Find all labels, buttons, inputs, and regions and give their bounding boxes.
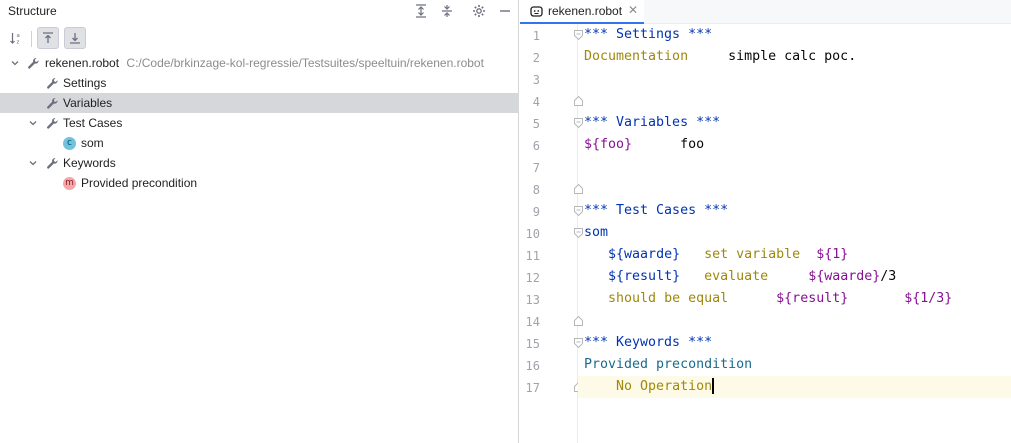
code-line-9[interactable]: *** Test Cases *** xyxy=(584,200,728,222)
structure-header: Structure xyxy=(0,0,519,22)
code-line-12[interactable]: ${result} evaluate ${waarde}/3 xyxy=(584,266,896,288)
argument: ${result} xyxy=(776,291,849,306)
chevron-down-icon[interactable] xyxy=(27,117,39,129)
tree-node-label: Variables xyxy=(63,96,113,110)
argument: ${1} xyxy=(816,247,849,262)
code-line-17[interactable]: No Operation xyxy=(584,376,714,398)
tree-node-label: Keywords xyxy=(63,156,116,170)
minimize-icon[interactable] xyxy=(496,2,514,20)
line-number: 4 xyxy=(532,95,540,109)
code-line-6[interactable]: ${foo} foo xyxy=(584,134,704,156)
method-icon: m xyxy=(63,177,76,190)
assign-variable: ${waarde} xyxy=(608,247,681,262)
tree-node-file[interactable]: rekenen.robot C:/Code/brkinzage-kol-regr… xyxy=(0,53,519,73)
code-line-2[interactable]: Documentation simple calc poc. xyxy=(584,46,856,68)
wrench-icon xyxy=(45,116,59,130)
tree-node-label: Test Cases xyxy=(63,116,123,130)
keyword-call: evaluate xyxy=(704,269,769,284)
line-number: 16 xyxy=(525,359,540,373)
tree-node-label: rekenen.robot xyxy=(45,56,120,70)
keyword-call: should be equal xyxy=(608,291,729,306)
tree-node-variables[interactable]: Variables xyxy=(0,93,519,113)
wrench-icon xyxy=(45,76,59,90)
line-number: 7 xyxy=(532,161,540,175)
variable-value: foo xyxy=(680,137,705,152)
structure-toolbar: az xyxy=(0,24,519,52)
chevron-down-icon[interactable] xyxy=(27,157,39,169)
wrench-icon xyxy=(45,156,59,170)
panel-title: Structure xyxy=(8,4,57,18)
line-number: 12 xyxy=(525,271,540,285)
expand-all-icon[interactable] xyxy=(412,2,430,20)
tree-node-test-case[interactable]: c som xyxy=(0,133,519,153)
keyword-call: set variable xyxy=(704,247,801,262)
gear-icon[interactable] xyxy=(470,2,488,20)
file-path: C:/Code/brkinzage-kol-regressie/Testsuit… xyxy=(126,56,484,70)
line-number: 10 xyxy=(525,227,540,241)
svg-text:a: a xyxy=(17,33,20,39)
collapse-all-icon[interactable] xyxy=(438,2,456,20)
structure-panel: Structure az rekenen.robot C:/Code/brkin… xyxy=(0,0,519,443)
setting-value: simple calc poc. xyxy=(728,49,857,64)
chevron-down-icon[interactable] xyxy=(9,57,21,69)
tree-node-test-cases[interactable]: Test Cases xyxy=(0,113,519,133)
line-number-gutter: 1 2 3 4 5 6 7 8 9 10 11 12 13 14 15 16 1… xyxy=(520,24,583,443)
line-number: 15 xyxy=(525,337,540,351)
line-number: 11 xyxy=(525,249,540,263)
argument: ${1/3} xyxy=(904,291,953,306)
keyword-call: No Operation xyxy=(616,379,713,394)
line-number: 6 xyxy=(532,139,540,153)
navigate-to-source-icon[interactable] xyxy=(64,27,86,49)
code-line-10[interactable]: som xyxy=(584,222,608,244)
tab-label: rekenen.robot xyxy=(548,4,623,18)
argument-tail: /3 xyxy=(880,269,897,284)
tab-rekenen-robot[interactable]: rekenen.robot ✕ xyxy=(520,0,644,24)
line-number: 13 xyxy=(525,293,540,307)
test-case-icon: c xyxy=(63,137,76,150)
robot-file-icon xyxy=(530,5,543,18)
code-line-11[interactable]: ${waarde} set variable ${1} xyxy=(584,244,848,266)
line-number: 8 xyxy=(532,183,540,197)
setting-name: Documentation xyxy=(584,49,689,64)
navigate-from-source-icon[interactable] xyxy=(37,27,59,49)
svg-text:z: z xyxy=(17,40,20,46)
tab-bar: rekenen.robot ✕ xyxy=(520,0,1011,24)
toolbar-separator xyxy=(31,31,32,47)
argument: ${waarde} xyxy=(808,269,881,284)
variable-name: ${foo} xyxy=(584,137,633,152)
close-icon[interactable]: ✕ xyxy=(628,3,638,17)
code-line-5[interactable]: *** Variables *** xyxy=(584,112,720,134)
tree-node-label: Settings xyxy=(63,76,107,90)
tree-node-label: Provided precondition xyxy=(81,176,198,190)
code-line-15[interactable]: *** Keywords *** xyxy=(584,332,712,354)
line-number: 1 xyxy=(532,29,540,43)
tree-node-settings[interactable]: Settings xyxy=(0,73,519,93)
line-number: 2 xyxy=(532,51,540,65)
line-number: 17 xyxy=(525,381,540,395)
line-number: 14 xyxy=(525,315,540,329)
wrench-icon xyxy=(45,96,59,110)
tree-node-label: som xyxy=(81,136,104,150)
code-line-16[interactable]: Provided precondition xyxy=(584,354,752,376)
line-number: 3 xyxy=(532,73,540,87)
text-caret xyxy=(712,378,714,394)
line-number: 5 xyxy=(532,117,540,131)
line-number: 9 xyxy=(532,205,540,219)
code-area[interactable]: *** Settings *** Documentation simple ca… xyxy=(578,24,1011,443)
tree-node-keyword[interactable]: m Provided precondition xyxy=(0,173,519,193)
code-line-1[interactable]: *** Settings *** xyxy=(584,24,712,46)
code-line-13[interactable]: should be equal ${result} ${1/3} xyxy=(584,288,952,310)
sort-alpha-icon[interactable]: az xyxy=(5,27,27,49)
tree-node-keywords[interactable]: Keywords xyxy=(0,153,519,173)
assign-variable: ${result} xyxy=(608,269,681,284)
editor: rekenen.robot ✕ 1 2 3 4 5 6 7 8 9 10 11 … xyxy=(520,0,1011,443)
wrench-icon xyxy=(26,56,40,70)
